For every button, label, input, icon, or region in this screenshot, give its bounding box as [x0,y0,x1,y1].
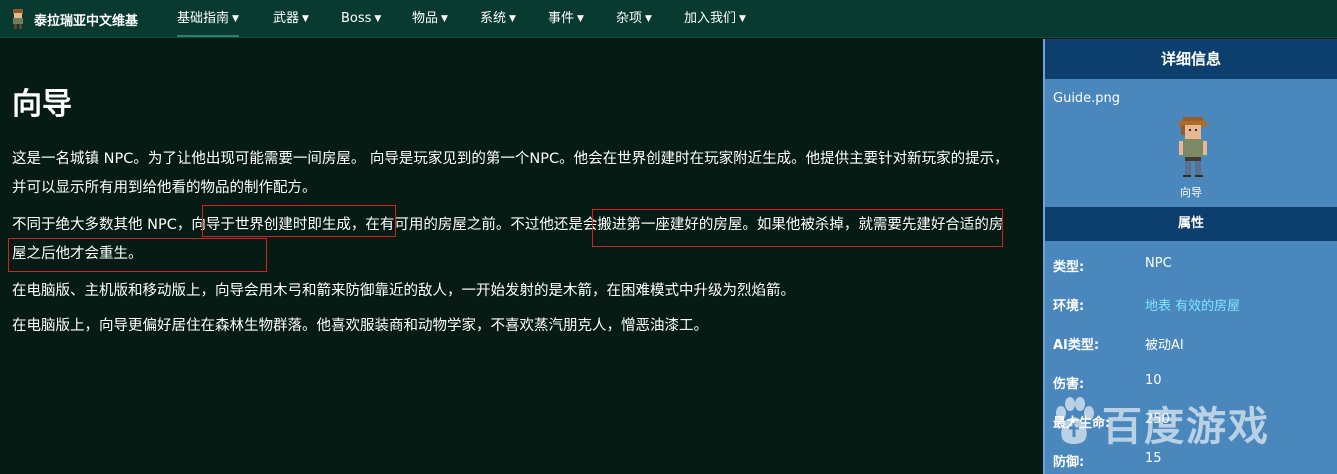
nav-item-label: 基础指南 [177,11,230,26]
npc-infobox: 详细信息 Guide.png 向导 属性 类型: NPC 环境: 地表 有效的房… [1043,39,1337,474]
infobox-row-value: 10 [1145,373,1162,388]
infobox-row-label: 伤害: [1053,377,1085,392]
nav-item-events[interactable]: 事件 ▼ [548,0,584,37]
guide-sprite-image [1175,117,1211,217]
brand-name: 泰拉瑞亚中文维基 [34,13,139,29]
infobox-image-filename: Guide.png [1053,91,1121,106]
nav-item-label: 事件 [548,11,575,26]
nav-item-label: 系统 [480,11,507,26]
infobox-row-label: 防御: [1053,455,1085,470]
infobox-row-label: 环境: [1053,299,1085,314]
infobox-image-caption: 向导 [1180,186,1202,199]
caret-down-icon: ▼ [302,14,309,24]
site-brand[interactable]: 泰拉瑞亚中文维基 [10,8,138,30]
guide-logo-icon [10,9,26,29]
infobox-section-header: 属性 [1045,207,1337,241]
caret-down-icon: ▼ [577,14,584,24]
nav-item-join-us[interactable]: 加入我们 ▼ [684,0,746,37]
infobox-row-label: AI类型: [1053,338,1100,353]
nav-item-boss[interactable]: Boss ▼ [341,0,381,37]
infobox-row-value: 15 [1145,451,1162,466]
nav-item-guides[interactable]: 基础指南 ▼ [177,0,239,37]
page-title: 向导 [12,87,72,122]
nav-item-items[interactable]: 物品 ▼ [412,0,448,37]
article-paragraph: 不同于绝大多数其他 NPC，向导于世界创建时即生成，在有可用的房屋之前。不过他还… [12,217,1004,262]
caret-down-icon: ▼ [739,14,746,24]
nav-item-misc[interactable]: 杂项 ▼ [616,0,652,37]
infobox-header: 详细信息 [1045,39,1337,79]
infobox-row-value: 被动AI [1145,338,1184,353]
infobox-row-label: 最大生命: [1053,416,1111,431]
infobox-row-value: 250 [1145,412,1170,427]
nav-item-label: 杂项 [616,11,643,26]
caret-down-icon: ▼ [232,14,239,24]
infobox-row-value: NPC [1145,256,1172,271]
top-navbar: 泰拉瑞亚中文维基 基础指南 ▼ 武器 ▼ Boss ▼ 物品 ▼ 系统 ▼ 事件 ▼ 杂项 ▼… [0,0,1337,38]
environment-link[interactable]: 地表 有效的房屋 [1145,295,1240,314]
caret-down-icon: ▼ [374,14,382,24]
nav-item-label: Boss [341,11,372,26]
article-paragraph: 这是一名城镇 NPC。为了让他出现可能需要一间房屋。 向导是玩家见到的第一个NP… [12,151,1009,196]
caret-down-icon: ▼ [509,14,516,24]
nav-item-systems[interactable]: 系统 ▼ [480,0,516,37]
article-paragraph: 在电脑版上，向导更偏好居住在森林生物群落。他喜欢服装商和动物学家，不喜欢蒸汽朋克… [12,318,708,334]
nav-item-weapons[interactable]: 武器 ▼ [273,0,309,37]
caret-down-icon: ▼ [441,14,448,24]
caret-down-icon: ▼ [645,14,652,24]
nav-item-label: 武器 [273,11,300,26]
article-paragraph: 在电脑版、主机版和移动版上，向导会用木弓和箭来防御靠近的敌人，一开始发射的是木箭… [12,283,795,299]
nav-item-label: 加入我们 [684,11,737,26]
nav-item-label: 物品 [412,11,439,26]
infobox-row-label: 类型: [1053,260,1085,275]
